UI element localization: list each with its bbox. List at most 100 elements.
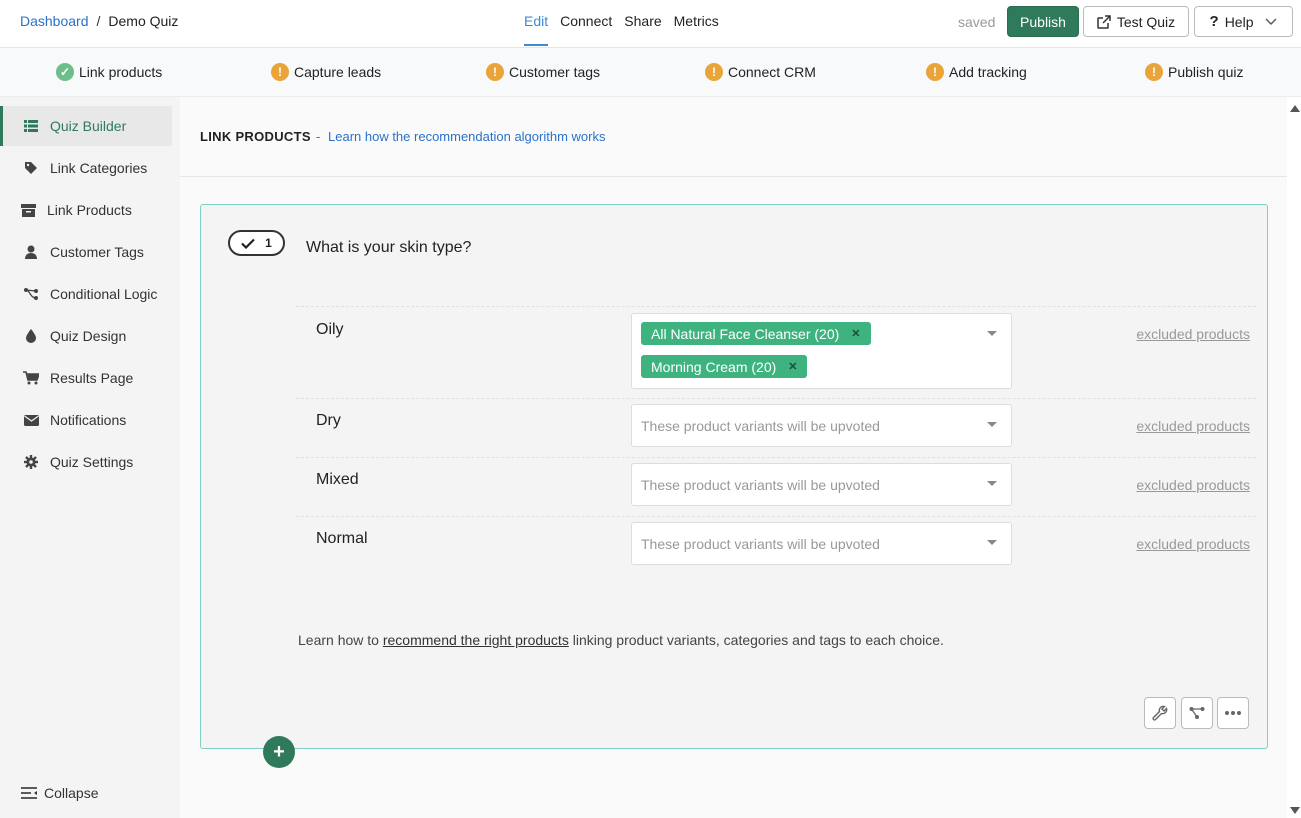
sidebar-item-notifications[interactable]: Notifications <box>0 400 172 440</box>
more-dots-icon <box>1225 711 1241 715</box>
breadcrumb: Dashboard / Demo Quiz <box>20 13 178 29</box>
choice-row: Dry These product variants will be upvot… <box>296 398 1256 457</box>
sidebar-item-results-page[interactable]: Results Page <box>0 358 172 398</box>
choice-label: Oily <box>316 321 344 338</box>
question-settings-button[interactable] <box>1144 697 1176 729</box>
wrench-icon <box>1152 705 1168 721</box>
branch-icon <box>22 288 40 300</box>
page-scrollbar[interactable] <box>1287 97 1301 818</box>
sidebar-item-quiz-design[interactable]: Quiz Design <box>0 316 172 356</box>
tab-edit[interactable]: Edit <box>524 13 549 46</box>
sidebar-item-label: Link Products <box>47 202 132 218</box>
dropdown-caret-icon[interactable] <box>987 422 997 427</box>
question-more-button[interactable] <box>1217 697 1249 729</box>
dropdown-caret-icon[interactable] <box>987 331 997 336</box>
choice-label: Normal <box>316 530 368 547</box>
breadcrumb-separator: / <box>96 13 101 29</box>
section-header: LINK PRODUCTS - Learn how the recommenda… <box>180 97 1287 177</box>
question-card: 1 What is your skin type? Oily All Natur… <box>200 204 1268 768</box>
excluded-products-link[interactable]: excluded products <box>1136 326 1250 342</box>
excluded-products-link[interactable]: excluded products <box>1136 418 1250 434</box>
sidebar-item-customer-tags[interactable]: Customer Tags <box>0 232 172 272</box>
question-logic-button[interactable] <box>1181 697 1213 729</box>
checklist-item-add-tracking[interactable]: ! Add tracking <box>926 63 1027 81</box>
warning-circle-icon: ! <box>705 63 723 81</box>
help-dropdown-button[interactable]: ? Help <box>1194 6 1293 37</box>
tab-connect[interactable]: Connect <box>560 13 612 46</box>
checklist-label: Connect CRM <box>728 64 816 80</box>
user-icon <box>22 245 40 259</box>
dropdown-caret-icon[interactable] <box>987 481 997 486</box>
choice-row: Normal These product variants will be up… <box>296 516 1256 575</box>
sidebar-item-label: Notifications <box>50 412 127 428</box>
help-label: Help <box>1224 13 1254 30</box>
checklist-item-customer-tags[interactable]: ! Customer tags <box>486 63 600 81</box>
tag-icon <box>22 161 40 175</box>
cart-icon <box>22 371 40 385</box>
saved-status: saved <box>958 14 996 30</box>
collapse-sidebar-button[interactable]: Collapse <box>20 785 98 801</box>
checklist-item-publish-quiz[interactable]: ! Publish quiz <box>1145 63 1244 81</box>
drop-icon <box>22 329 40 343</box>
breadcrumb-dashboard-link[interactable]: Dashboard <box>20 13 89 29</box>
recommend-products-link[interactable]: recommend the right products <box>383 632 569 648</box>
algorithm-help-link[interactable]: Learn how the recommendation algorithm w… <box>328 129 605 144</box>
remove-tag-icon[interactable]: ✕ <box>851 327 860 340</box>
scroll-down-arrow-icon[interactable] <box>1290 807 1300 814</box>
question-number: 1 <box>265 236 272 250</box>
product-select[interactable]: These product variants will be upvoted <box>631 463 1012 506</box>
excluded-products-link[interactable]: excluded products <box>1136 536 1250 552</box>
dropdown-caret-icon[interactable] <box>987 540 997 545</box>
scroll-up-arrow-icon[interactable] <box>1290 105 1300 112</box>
section-title: LINK PRODUCTS <box>200 129 311 144</box>
checklist-label: Capture leads <box>294 64 382 80</box>
collapse-label: Collapse <box>44 785 99 801</box>
checklist-item-connect-crm[interactable]: ! Connect CRM <box>705 63 816 81</box>
add-question-button[interactable]: + <box>263 736 295 768</box>
question-number-badge[interactable]: 1 <box>228 230 285 256</box>
question-text: What is your skin type? <box>306 239 472 256</box>
product-tag: Morning Cream (20) ✕ <box>641 355 808 378</box>
checklist-label: Add tracking <box>949 64 1027 80</box>
product-select[interactable]: These product variants will be upvoted <box>631 522 1012 565</box>
breadcrumb-current: Demo Quiz <box>108 13 179 29</box>
checklist-item-capture-leads[interactable]: ! Capture leads <box>271 63 381 81</box>
product-tag: All Natural Face Cleanser (20) ✕ <box>641 322 871 345</box>
select-placeholder: These product variants will be upvoted <box>641 477 880 493</box>
question-icon: ? <box>1209 13 1219 30</box>
external-link-icon <box>1097 14 1111 29</box>
checklist-item-link-products[interactable]: ✓ Link products <box>56 63 162 81</box>
sidebar-item-label: Quiz Design <box>50 328 127 344</box>
test-quiz-label: Test Quiz <box>1116 13 1176 30</box>
sidebar-item-link-categories[interactable]: Link Categories <box>0 148 172 188</box>
product-tag-label: All Natural Face Cleanser (20) <box>651 325 840 342</box>
sidebar-item-quiz-builder[interactable]: Quiz Builder <box>0 106 172 146</box>
tab-share[interactable]: Share <box>624 13 661 46</box>
checklist-label: Customer tags <box>509 64 601 80</box>
sidebar-item-label: Quiz Settings <box>50 454 134 470</box>
sidebar-item-label: Results Page <box>50 370 134 386</box>
product-select[interactable]: All Natural Face Cleanser (20) ✕ Morning… <box>631 313 1012 389</box>
gear-icon <box>22 455 40 469</box>
excluded-products-link[interactable]: excluded products <box>1136 477 1250 493</box>
publish-button[interactable]: Publish <box>1007 6 1079 37</box>
product-select[interactable]: These product variants will be upvoted <box>631 404 1012 447</box>
sidebar-item-label: Quiz Builder <box>50 118 127 134</box>
warning-circle-icon: ! <box>271 63 289 81</box>
help-text-suffix: linking product variants, categories and… <box>568 632 944 648</box>
branch-icon <box>1189 707 1205 719</box>
remove-tag-icon[interactable]: ✕ <box>788 360 797 373</box>
warning-circle-icon: ! <box>926 63 944 81</box>
checkmark-icon <box>241 238 255 249</box>
sidebar-item-quiz-settings[interactable]: Quiz Settings <box>0 442 172 482</box>
sidebar-item-label: Customer Tags <box>50 244 144 260</box>
sidebar-item-conditional-logic[interactable]: Conditional Logic <box>0 274 172 314</box>
checklist-label: Link products <box>79 64 163 80</box>
choice-row: Oily All Natural Face Cleanser (20) ✕ Mo… <box>296 306 1256 398</box>
warning-circle-icon: ! <box>1145 63 1163 81</box>
test-quiz-button[interactable]: Test Quiz <box>1083 6 1189 37</box>
tab-metrics[interactable]: Metrics <box>674 13 719 46</box>
sidebar-item-link-products[interactable]: Link Products <box>0 190 172 230</box>
top-bar: Dashboard / Demo Quiz Edit Connect Share… <box>0 0 1301 48</box>
box-icon <box>19 203 37 217</box>
